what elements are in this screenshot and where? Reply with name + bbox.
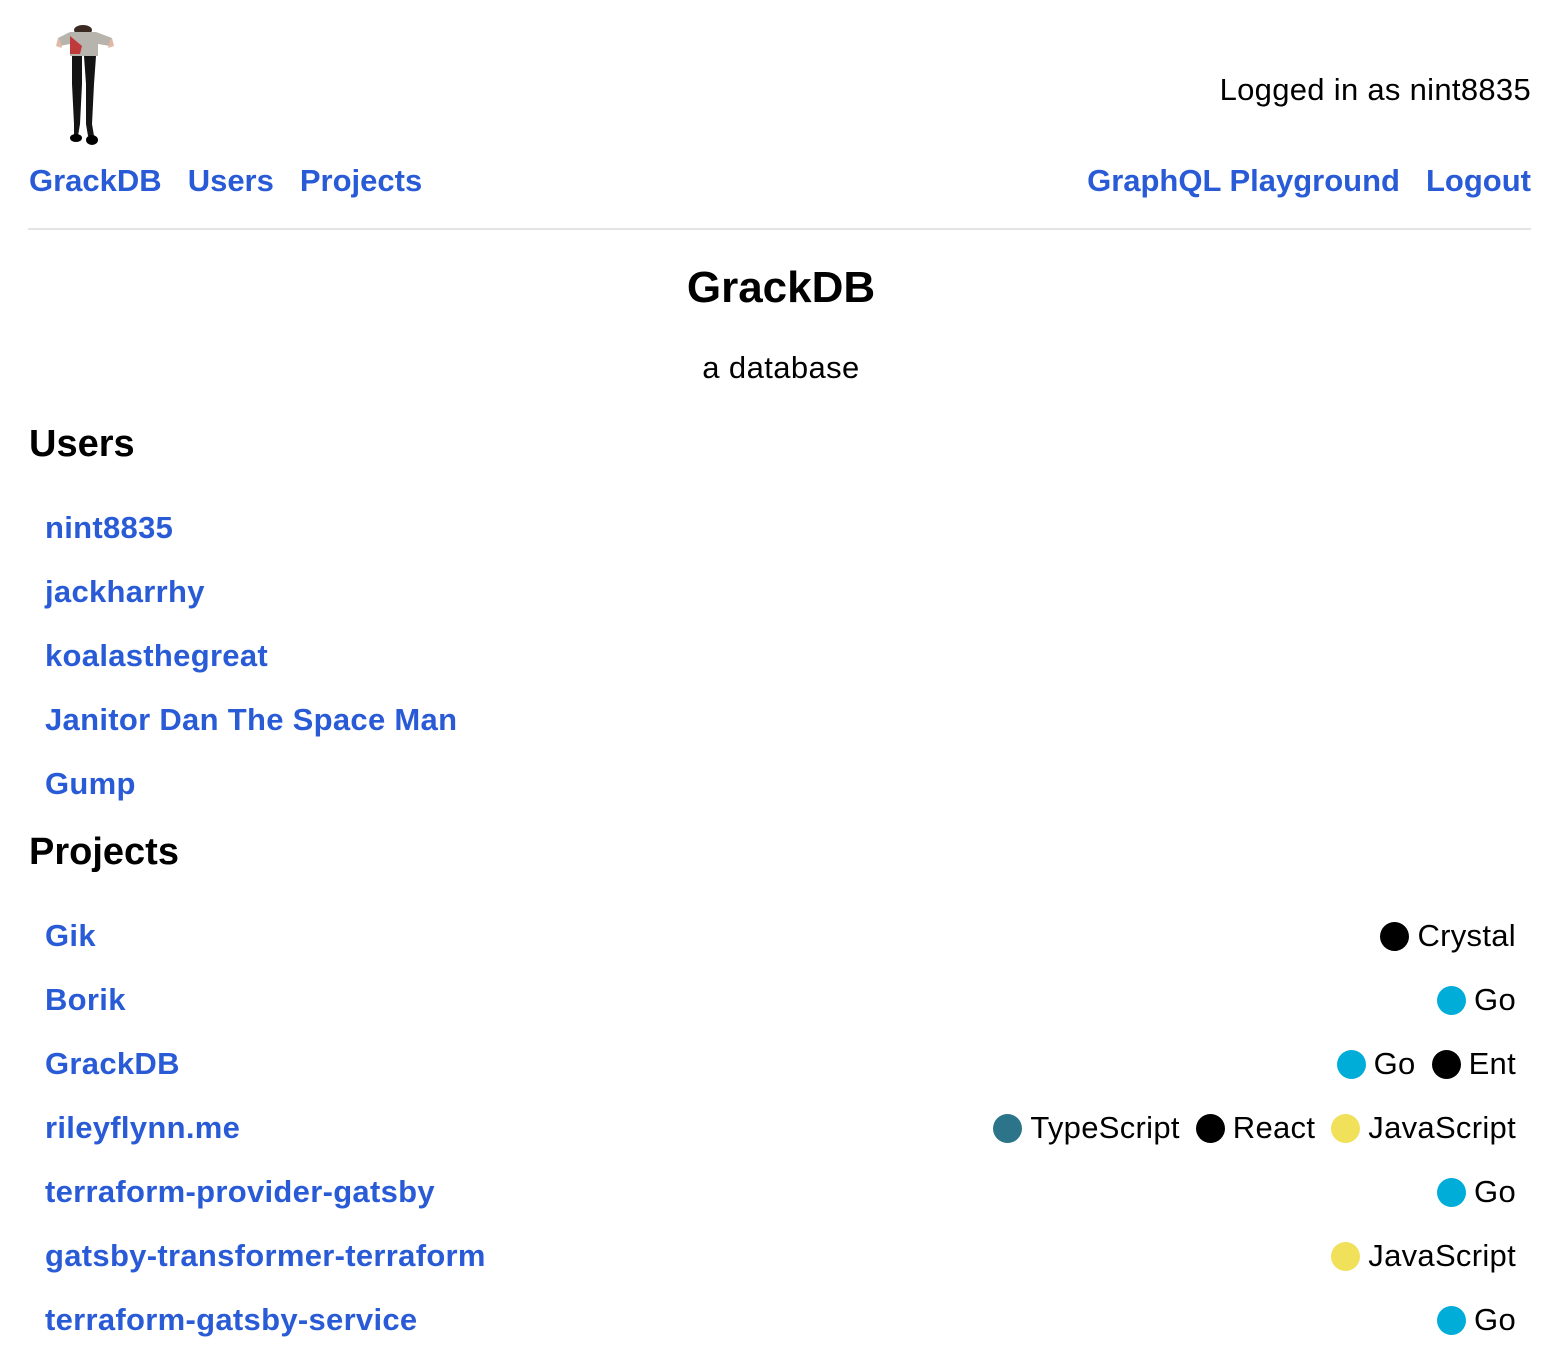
language-tag: TypeScript — [993, 1105, 1179, 1151]
language-color-dot-icon — [1431, 1049, 1461, 1079]
logout-link[interactable]: Logout — [1426, 160, 1531, 202]
project-list-item: terraform-provider-gatsby Go — [45, 1160, 1516, 1224]
language-label: Go — [1373, 1046, 1416, 1081]
language-tag: Ent — [1431, 1041, 1516, 1087]
language-tags: Crystal — [1380, 913, 1516, 959]
page-title: GrackDB — [686, 263, 876, 312]
language-tag: Go — [1437, 1169, 1516, 1215]
language-label: Ent — [1468, 1046, 1516, 1081]
user-list-item: Janitor Dan The Space Man — [45, 688, 1516, 752]
language-tag: Crystal — [1380, 913, 1516, 959]
language-color-dot-icon — [1437, 985, 1467, 1015]
primary-nav: GrackDB Users Projects — [29, 160, 422, 202]
user-list-item: jackharrhy — [45, 560, 1516, 624]
projects-heading: Projects — [29, 831, 179, 873]
language-color-dot-icon — [1331, 1241, 1361, 1271]
language-color-dot-icon — [1331, 1113, 1361, 1143]
secondary-nav: GraphQL Playground Logout — [1087, 160, 1531, 202]
language-label: TypeScript — [1030, 1110, 1180, 1145]
language-tag: JavaScript — [1331, 1233, 1516, 1279]
language-label: Go — [1474, 1174, 1516, 1209]
user-link[interactable]: koalasthegreat — [45, 633, 268, 679]
logo-avatar — [52, 24, 116, 146]
project-link[interactable]: Borik — [45, 977, 126, 1023]
project-list-item: GrackDB Go Ent — [45, 1032, 1516, 1096]
project-link[interactable]: gatsby-transformer-terraform — [45, 1233, 486, 1279]
project-link[interactable]: GrackDB — [45, 1041, 180, 1087]
language-tag: Go — [1437, 977, 1516, 1023]
project-link[interactable]: terraform-gatsby-service — [45, 1297, 417, 1343]
language-label: JavaScript — [1368, 1110, 1516, 1145]
user-list-item: Gump — [45, 752, 1516, 816]
language-color-dot-icon — [1380, 921, 1410, 951]
language-label: Go — [1474, 1302, 1516, 1337]
language-label: JavaScript — [1368, 1238, 1516, 1273]
users-heading: Users — [29, 423, 135, 465]
project-list-item: rileyflynn.me TypeScript React JavaScrip… — [45, 1096, 1516, 1160]
user-link[interactable]: Gump — [45, 761, 136, 807]
page-subtitle: a database — [702, 350, 860, 385]
language-tag: Go — [1437, 1297, 1516, 1343]
language-label: Go — [1474, 982, 1516, 1017]
user-list-item: koalasthegreat — [45, 624, 1516, 688]
language-color-dot-icon — [1437, 1177, 1467, 1207]
nav-link-projects[interactable]: Projects — [300, 160, 422, 202]
language-tags: TypeScript React JavaScript — [993, 1105, 1516, 1151]
language-color-dot-icon — [1336, 1049, 1366, 1079]
header-divider — [28, 228, 1531, 230]
language-label: Crystal — [1417, 918, 1516, 953]
person-figure-icon — [56, 25, 114, 145]
user-list-item: nint8835 — [45, 496, 1516, 560]
language-tags: Go Ent — [1336, 1041, 1516, 1087]
language-tags: Go — [1437, 977, 1516, 1023]
project-list-item: Gik Crystal — [45, 904, 1516, 968]
language-color-dot-icon — [1195, 1113, 1225, 1143]
project-list-item: Borik Go — [45, 968, 1516, 1032]
language-tag: JavaScript — [1331, 1105, 1516, 1151]
language-tags: Go — [1437, 1169, 1516, 1215]
user-link[interactable]: Janitor Dan The Space Man — [45, 697, 457, 743]
project-link[interactable]: Gik — [45, 913, 96, 959]
projects-list: Gik Crystal Borik Go GrackDB Go Ent rile… — [45, 904, 1516, 1352]
user-link[interactable]: jackharrhy — [45, 569, 205, 615]
nav-link-home[interactable]: GrackDB — [29, 160, 162, 202]
language-color-dot-icon — [993, 1113, 1023, 1143]
project-link[interactable]: rileyflynn.me — [45, 1105, 240, 1151]
project-list-item: terraform-gatsby-service Go — [45, 1288, 1516, 1352]
logged-in-status: Logged in as nint8835 — [1219, 72, 1531, 107]
language-label: React — [1232, 1110, 1316, 1145]
nav-link-users[interactable]: Users — [188, 160, 274, 202]
project-link[interactable]: terraform-provider-gatsby — [45, 1169, 435, 1215]
language-tag: Go — [1336, 1041, 1416, 1087]
user-link[interactable]: nint8835 — [45, 505, 173, 551]
users-list: nint8835 jackharrhy koalasthegreat Janit… — [45, 496, 1516, 816]
project-list-item: gatsby-transformer-terraform JavaScript — [45, 1224, 1516, 1288]
nav-link-graphql-playground[interactable]: GraphQL Playground — [1087, 160, 1400, 202]
language-tag: React — [1195, 1105, 1316, 1151]
language-tags: JavaScript — [1331, 1233, 1516, 1279]
language-tags: Go — [1437, 1297, 1516, 1343]
language-color-dot-icon — [1437, 1305, 1467, 1335]
